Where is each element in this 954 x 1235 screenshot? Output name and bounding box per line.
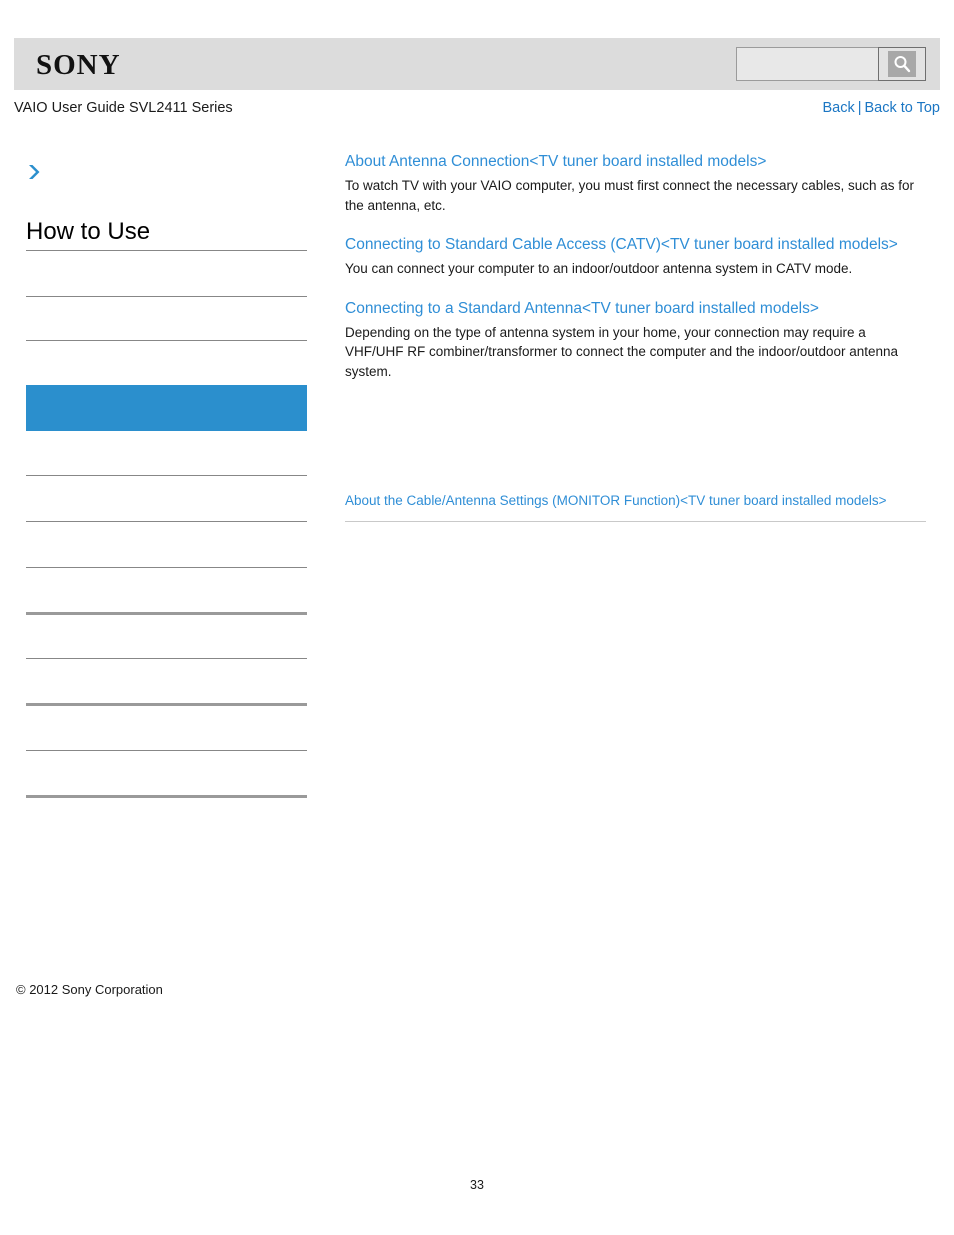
- main-content: About Antenna Connection<TV tuner board …: [345, 150, 926, 522]
- content-entry: About Antenna Connection<TV tuner board …: [345, 150, 926, 215]
- entry-link-cable-antenna-settings[interactable]: About the Cable/Antenna Settings (MONITO…: [345, 491, 926, 511]
- chevron-right-icon[interactable]: [25, 162, 45, 182]
- content-entry: Connecting to Standard Cable Access (CAT…: [345, 233, 926, 279]
- sidebar-divider-bottom: [26, 795, 307, 798]
- page-number: 33: [470, 1178, 484, 1192]
- entry-description: Depending on the type of antenna system …: [345, 324, 899, 379]
- standalone-entry: About the Cable/Antenna Settings (MONITO…: [345, 491, 926, 511]
- sidebar-divider: [26, 250, 307, 251]
- search-input[interactable]: [736, 47, 878, 81]
- sidebar-divider: [26, 658, 307, 659]
- entry-description: To watch TV with your VAIO computer, you…: [345, 178, 914, 213]
- content-entry: Connecting to a Standard Antenna<TV tune…: [345, 297, 926, 382]
- sidebar-item-active-label: [26, 385, 307, 397]
- entry-link-catv[interactable]: Connecting to Standard Cable Access (CAT…: [345, 233, 926, 257]
- back-link[interactable]: Back: [822, 100, 854, 116]
- sidebar-divider: [26, 296, 307, 297]
- entry-link-antenna-connection[interactable]: About Antenna Connection<TV tuner board …: [345, 150, 926, 174]
- sidebar-divider: [26, 475, 307, 476]
- sidebar-item-active[interactable]: [26, 385, 307, 431]
- back-to-top-link[interactable]: Back to Top: [864, 100, 940, 116]
- search-icon: [888, 51, 916, 77]
- subheader-bar: VAIO User Guide SVL2411 Series Back | Back…: [14, 100, 940, 122]
- sidebar-divider: [26, 703, 307, 706]
- copyright-text: © 2012 Sony Corporation: [16, 982, 163, 997]
- sidebar-divider: [26, 567, 307, 568]
- search-button[interactable]: [878, 47, 926, 81]
- sidebar-divider: [26, 340, 307, 341]
- sidebar-divider: [26, 521, 307, 522]
- content-divider: [345, 521, 926, 522]
- sidebar-divider: [26, 612, 307, 615]
- entry-link-standard-antenna[interactable]: Connecting to a Standard Antenna<TV tune…: [345, 297, 926, 321]
- site-header: SONY: [14, 38, 940, 90]
- sony-logo: SONY: [36, 49, 121, 81]
- sidebar-divider: [26, 750, 307, 751]
- page-title: VAIO User Guide SVL2411 Series: [14, 100, 233, 116]
- sidebar-heading: How to Use: [26, 218, 151, 245]
- header-nav-links: Back | Back to Top: [822, 100, 940, 116]
- search-area: [736, 47, 926, 81]
- entry-description: You can connect your computer to an indo…: [345, 261, 853, 276]
